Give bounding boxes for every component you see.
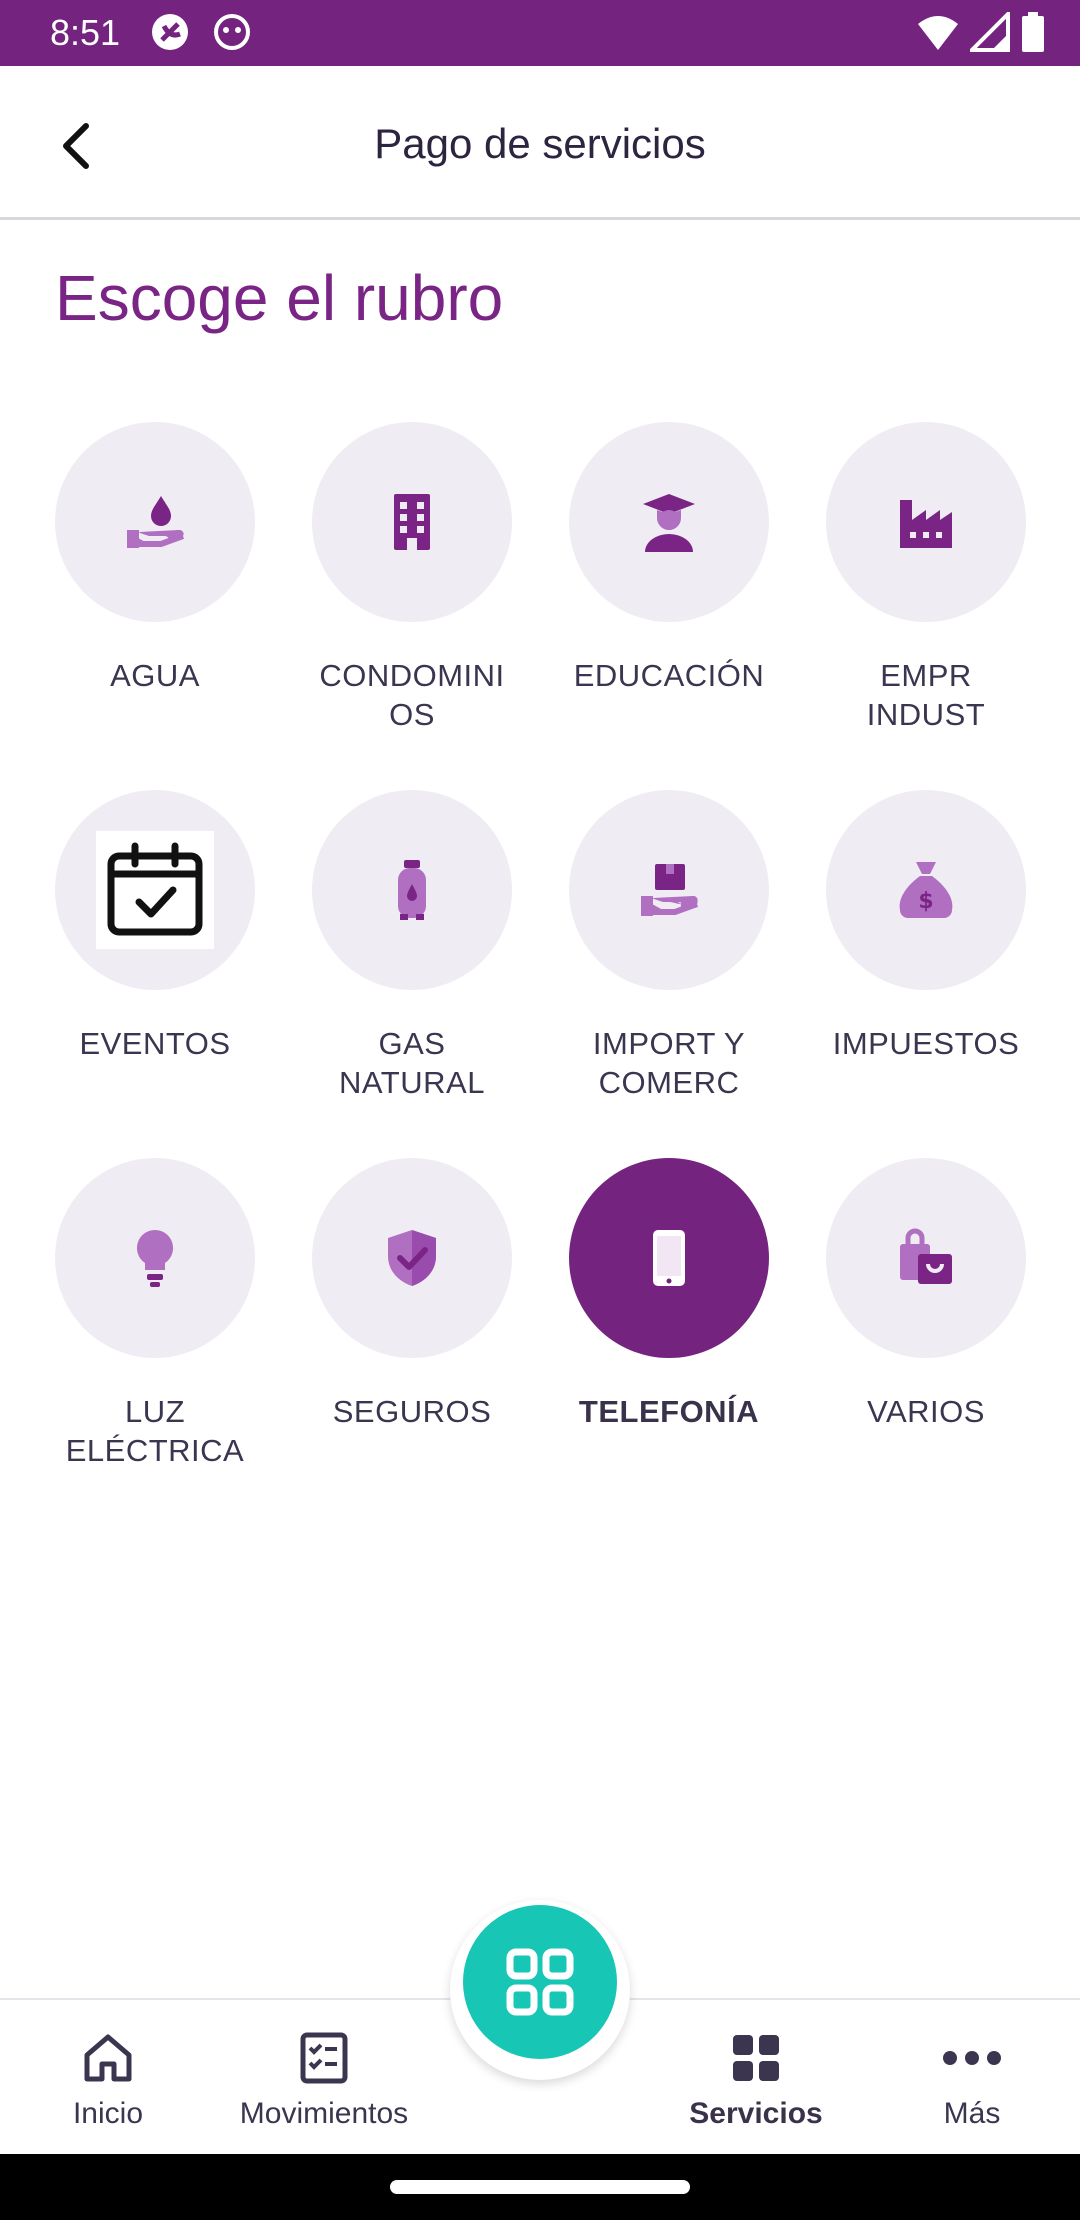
category-label: EVENTOS [79,1026,231,1061]
category-label: LUZ ELÉCTRICA [65,1394,245,1468]
category-condominios[interactable]: CONDOMINI OS [284,422,540,734]
status-time: 8:51 [50,12,121,53]
status-bar: 8:51 [0,0,1080,66]
category-telefonia[interactable]: TELEFONÍA [541,1158,797,1431]
category-luz-electrica[interactable]: LUZ ELÉCTRICA [27,1158,283,1470]
category-impuestos[interactable]: $ IMPUESTOS [798,790,1054,1063]
category-label: TELEFONÍA [578,1394,760,1429]
category-eventos[interactable]: EVENTOS [27,790,283,1063]
nav-label: Servicios [689,2097,823,2130]
category-icon-circle [55,1158,255,1358]
nav-item-servicios[interactable]: Servicios [648,2000,864,2156]
category-icon-circle [55,790,255,990]
nav-item-inicio[interactable]: Inicio [0,2000,216,2156]
category-icon-circle [569,422,769,622]
shield-check-icon [388,1230,436,1286]
category-icon-circle [826,422,1026,622]
category-icon-circle [569,790,769,990]
smartphone-icon [653,1230,685,1286]
grid-icon [726,2028,786,2088]
category-icon-circle-selected [569,1158,769,1358]
category-gas-natural[interactable]: GAS NATURAL [284,790,540,1102]
category-icon-circle [55,422,255,622]
category-empr-indust[interactable]: EMPR INDUST [798,422,1054,734]
home-icon [78,2028,138,2088]
app-header: Pago de servicios [0,66,1080,220]
event-icon-box [96,831,214,949]
category-icon-circle [312,790,512,990]
checklist-icon [294,2028,354,2088]
battery-icon [1022,12,1044,52]
calendar-check-icon [107,842,203,936]
nav-label: Inicio [72,2097,144,2130]
category-import-comerc[interactable]: IMPORT Y COMERC [541,790,797,1102]
category-label: IMPORT Y COMERC [592,1026,746,1100]
svg-text:$: $ [918,889,933,914]
lightbulb-icon [136,1229,174,1287]
more-dots-icon [942,2028,1002,2088]
section-heading: Escoge el rubro [55,262,504,334]
wifi-icon [918,16,958,50]
factory-icon [900,500,952,548]
graduate-icon [643,494,695,552]
app-icon-1 [150,12,190,52]
money-bag-icon: $ [899,862,953,918]
shopping-bag-icon [900,1228,952,1284]
qr-fab-button[interactable] [463,1905,617,2059]
gas-cylinder-icon [398,860,426,920]
app-icon-2 [212,12,252,52]
status-icons [916,12,1046,52]
category-label: EDUCACIÓN [573,658,765,693]
nav-item-mas[interactable]: Más [864,2000,1080,2156]
category-label: SEGUROS [332,1394,492,1429]
signal-icon [970,12,1010,52]
gesture-bar [0,2154,1080,2220]
category-icon-circle [312,1158,512,1358]
nav-item-movimientos[interactable]: Movimientos [216,2000,432,2156]
category-icon-circle [312,422,512,622]
category-agua[interactable]: AGUA [27,422,283,695]
home-gesture-pill[interactable] [390,2180,690,2194]
category-label: AGUA [110,658,200,693]
category-label: CONDOMINI OS [319,658,505,732]
category-label: GAS NATURAL [339,1026,485,1100]
category-varios[interactable]: VARIOS [798,1158,1054,1431]
building-icon [394,494,430,550]
category-icon-circle [826,1158,1026,1358]
water-hand-icon [127,496,185,548]
page-title: Pago de servicios [374,120,706,167]
category-icon-circle: $ [826,790,1026,990]
qr-grid-icon [506,1948,574,2016]
nav-label: Movimientos [239,2097,409,2130]
nav-label: Más [943,2097,1001,2130]
category-seguros[interactable]: SEGUROS [284,1158,540,1431]
category-label: IMPUESTOS [832,1026,1020,1061]
category-label: VARIOS [867,1394,985,1429]
category-educacion[interactable]: EDUCACIÓN [541,422,797,695]
category-label: EMPR INDUST [866,658,986,732]
package-hand-icon [641,864,699,916]
